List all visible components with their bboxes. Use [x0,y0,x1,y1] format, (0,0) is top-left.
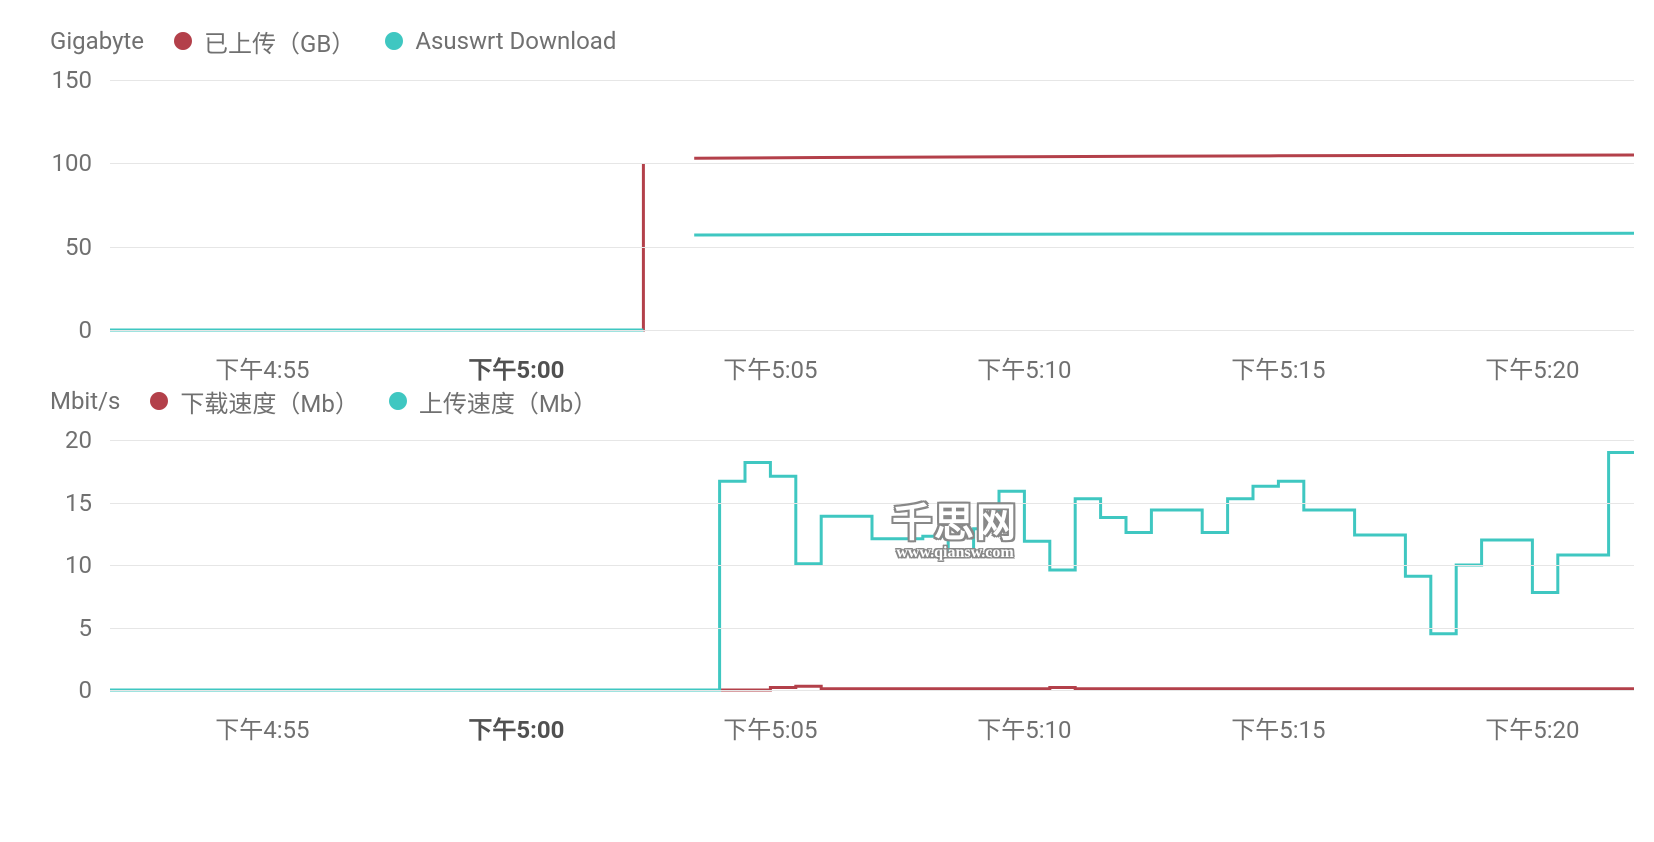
legend-label: 下载速度（Mb） [180,384,358,419]
gridline [110,565,1634,566]
chart-top-plot-area[interactable] [110,80,1634,330]
legend-label: 已上传（GB） [204,24,355,59]
x-tick-label: 下午4:55 [215,710,309,745]
y-tick-label: 0 [12,676,92,704]
x-tick-label: 下午5:10 [977,710,1071,745]
legend-dot-icon [389,392,407,410]
y-tick-label: 150 [12,66,92,94]
gridline [110,163,1634,164]
legend-item-upload-speed[interactable]: 上传速度（Mb） [389,384,597,419]
legend-item-upload-gb[interactable]: 已上传（GB） [174,24,355,59]
series-line [110,155,1634,330]
y-tick-label: 5 [12,614,92,642]
chart-top-y-axis: 050100150 [0,80,110,330]
legend-dot-icon [174,32,192,50]
legend-label: 上传速度（Mb） [419,384,597,419]
y-tick-label: 15 [12,489,92,517]
chart-top-header: Gigabyte 已上传（GB） Asuswrt Download [0,20,1654,62]
chart-speed: Mbit/s 下载速度（Mb） 上传速度（Mb） 0 5 10 15 20 下午4:55… [0,380,1654,750]
legend-dot-icon [385,32,403,50]
series-line [110,233,1634,330]
x-tick-label: 下午5:15 [1231,710,1325,745]
y-tick-label: 10 [12,551,92,579]
chart-bottom-y-axis: 05101520 [0,440,110,690]
chart-bottom-x-axis: 下午4:55 下午5:00 下午5:05 下午5:10 下午5:15 下午5:20 [110,700,1634,750]
chart-top-ytitle: Gigabyte [50,27,144,55]
legend-item-asuswrt-download[interactable]: Asuswrt Download [385,27,616,55]
x-tick-label: 下午5:05 [723,710,817,745]
gridline [110,247,1634,248]
gridline [110,80,1634,81]
y-tick-label: 100 [12,149,92,177]
gridline [110,503,1634,504]
x-tick-label: 下午5:20 [1485,710,1579,745]
y-tick-label: 50 [12,233,92,261]
legend-label: Asuswrt Download [415,27,616,55]
gridline [110,690,1634,691]
series-line [110,453,1634,691]
chart-traffic-total: Gigabyte 已上传（GB） Asuswrt Download 0 50 100… [0,20,1654,390]
gridline [110,330,1634,331]
chart-bottom-header: Mbit/s 下载速度（Mb） 上传速度（Mb） [0,380,1654,422]
legend-item-download-speed[interactable]: 下载速度（Mb） [150,384,358,419]
x-tick-label: 下午5:00 [468,710,564,745]
chart-bottom-plot-area[interactable] [110,440,1634,690]
gridline [110,628,1634,629]
y-tick-label: 20 [12,426,92,454]
gridline [110,440,1634,441]
y-tick-label: 0 [12,316,92,344]
chart-top-svg [110,80,1634,330]
dashboard-page: Gigabyte 已上传（GB） Asuswrt Download 050100… [0,0,1654,842]
chart-bottom-ytitle: Mbit/s [50,387,120,415]
legend-dot-icon [150,392,168,410]
